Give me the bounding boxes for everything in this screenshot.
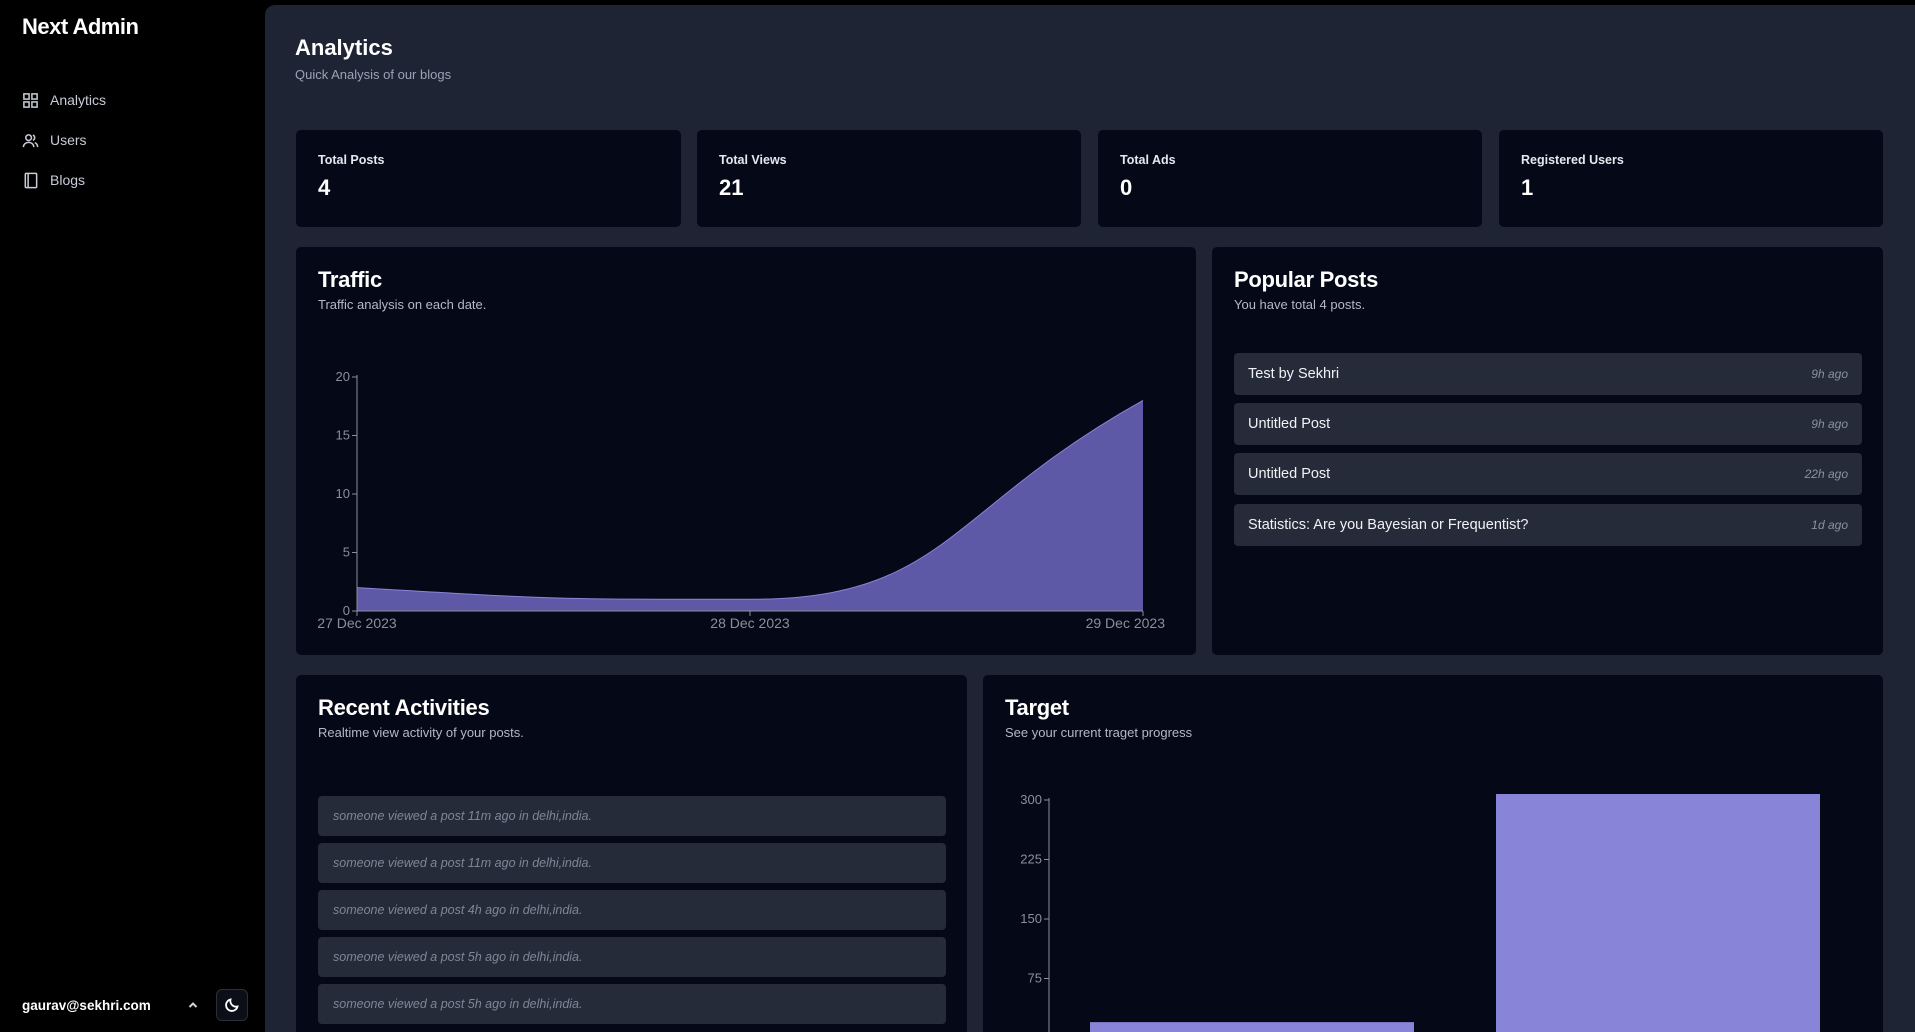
stat-label: Total Posts	[318, 153, 385, 167]
y-tick-label: 225	[1020, 852, 1042, 867]
y-tick-label: 15	[336, 428, 350, 443]
sidebar-item-label: Users	[50, 132, 87, 148]
user-email: gaurav@sekhri.com	[22, 997, 151, 1013]
activity-item: someone viewed a post 4h ago in delhi,in…	[318, 890, 946, 930]
user-menu-toggle[interactable]	[184, 996, 202, 1014]
sidebar-item-label: Analytics	[50, 92, 107, 108]
target-bar	[1496, 794, 1820, 1032]
post-time: 9h ago	[1811, 417, 1848, 431]
popular-posts-title: Popular Posts	[1234, 267, 1379, 292]
post-title: Untitled Post	[1248, 466, 1331, 482]
popular-post-item[interactable]: Untitled Post 9h ago	[1234, 403, 1862, 445]
y-tick-label: 10	[336, 486, 350, 501]
activity-item: someone viewed a post 11m ago in delhi,i…	[318, 843, 946, 883]
chevron-up-icon	[188, 1002, 198, 1008]
popular-posts-card: Popular Posts You have total 4 posts. Te…	[1212, 247, 1883, 655]
stat-label: Total Views	[719, 153, 787, 167]
x-tick-label: 28 Dec 2023	[710, 615, 790, 631]
post-time: 9h ago	[1811, 367, 1848, 381]
post-title: Statistics: Are you Bayesian or Frequent…	[1248, 517, 1529, 533]
activity-item: someone viewed a post 11m ago in delhi,i…	[318, 796, 946, 836]
stat-card-registered-users: Registered Users 1	[1499, 130, 1883, 227]
stat-card-total-views: Total Views 21	[697, 130, 1081, 227]
popular-post-item[interactable]: Test by Sekhri 9h ago	[1234, 353, 1862, 395]
stat-value: 1	[1521, 175, 1534, 200]
traffic-area-chart: 0510152027 Dec 2023 28 Dec 2023 29 Dec 202…	[317, 369, 1166, 631]
document-icon	[24, 172, 38, 188]
activity-item: someone viewed a post 5h ago in delhi,in…	[318, 937, 946, 977]
post-title: Untitled Post	[1248, 416, 1331, 432]
theme-toggle-button[interactable]	[216, 989, 248, 1021]
moon-icon	[225, 998, 239, 1012]
stat-card-total-posts: Total Posts 4	[296, 130, 681, 227]
popular-post-item[interactable]: Untitled Post 22h ago	[1234, 453, 1862, 495]
sidebar: Next Admin Analytics Users Blogs gaurav@…	[0, 0, 265, 1032]
stat-value: 4	[318, 175, 331, 200]
stat-value: 21	[719, 175, 744, 200]
stat-value: 0	[1120, 175, 1133, 200]
y-tick-label: 5	[343, 545, 350, 560]
stat-label: Registered Users	[1521, 153, 1624, 167]
stat-label: Total Ads	[1120, 153, 1176, 167]
y-tick-label: 20	[336, 369, 350, 384]
popular-posts-subtitle: You have total 4 posts.	[1234, 297, 1366, 312]
main-panel: Analytics Quick Analysis of our blogs To…	[265, 5, 1915, 1032]
sidebar-item-label: Blogs	[50, 172, 86, 188]
activities-title: Recent Activities	[318, 695, 490, 720]
popular-post-item[interactable]: Statistics: Are you Bayesian or Frequent…	[1234, 504, 1862, 546]
sidebar-item-analytics[interactable]: Analytics	[22, 80, 252, 120]
activities-subtitle: Realtime view activity of your posts.	[318, 725, 524, 740]
post-time: 1d ago	[1811, 518, 1848, 532]
target-bar	[1090, 1022, 1414, 1032]
x-tick-label: 27 Dec 2023	[317, 615, 397, 631]
brand-logo: Next Admin	[22, 14, 139, 39]
traffic-card: Traffic Traffic analysis on each date. 0…	[296, 247, 1196, 655]
sidebar-item-users[interactable]: Users	[22, 120, 252, 160]
post-title: Test by Sekhri	[1248, 366, 1340, 382]
y-tick-label: 300	[1020, 792, 1042, 807]
post-time: 22h ago	[1804, 467, 1848, 481]
stat-card-total-ads: Total Ads 0	[1098, 130, 1482, 227]
users-icon	[22, 133, 39, 147]
activity-item: someone viewed a post 5h ago in delhi,in…	[318, 984, 946, 1024]
x-tick-label: 29 Dec 2023	[1086, 615, 1166, 631]
sidebar-nav: Analytics Users Blogs	[22, 80, 252, 200]
page-subtitle: Quick Analysis of our blogs	[295, 67, 452, 82]
recent-activities-card: Recent Activities Realtime view activity…	[296, 675, 967, 1032]
dashboard-grid-icon	[23, 92, 38, 108]
sidebar-item-blogs[interactable]: Blogs	[22, 160, 252, 200]
y-tick-label: 150	[1020, 911, 1042, 926]
target-card: Target See your current traget progress …	[983, 675, 1883, 1032]
traffic-area	[357, 400, 1143, 611]
page-title: Analytics	[295, 35, 393, 60]
user-footer: gaurav@sekhri.com	[22, 988, 248, 1022]
y-tick-label: 75	[1028, 971, 1042, 986]
target-bar-chart: 075150225300	[1020, 792, 1820, 1032]
